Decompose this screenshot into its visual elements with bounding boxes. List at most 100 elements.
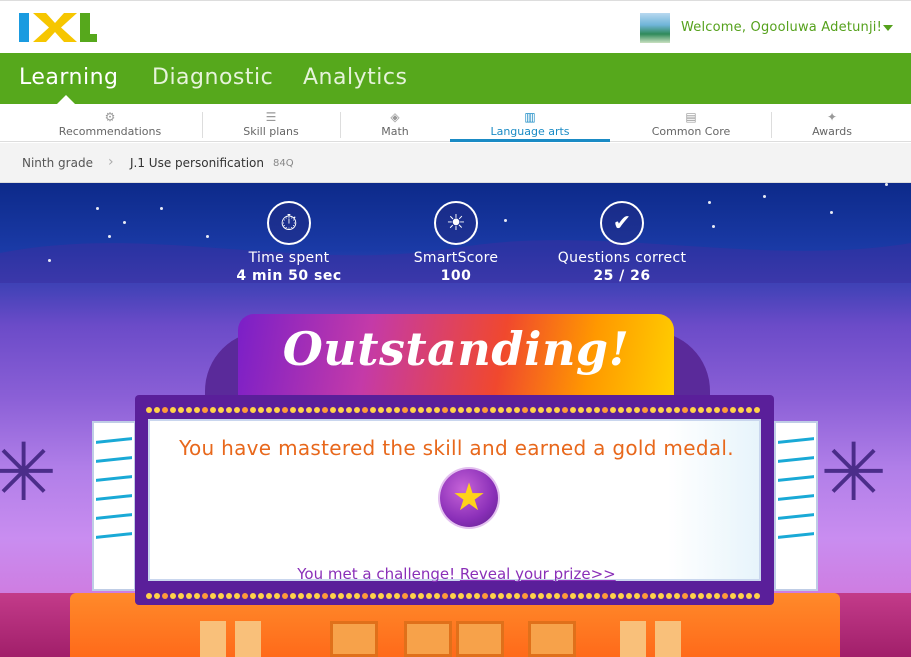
light-bulb [418,593,424,599]
light-bulb [402,593,408,599]
light-bulb [642,593,648,599]
light-bulb [650,593,656,599]
light-bulb [514,593,520,599]
light-bulb [514,407,520,413]
star [160,207,163,210]
pillar [655,621,681,657]
light-bulb [738,407,744,413]
reveal-prize-link[interactable]: Reveal your prize>> [460,565,616,583]
door [528,621,576,657]
light-bulb [346,593,352,599]
light-bulb [210,407,216,413]
light-bulb [306,407,312,413]
recommendations-icon: ⚙ [104,110,116,124]
light-bulb [386,407,392,413]
light-bulb [306,593,312,599]
ixl-logo[interactable] [19,13,97,42]
light-bulb [698,407,704,413]
marquee-wing-right [774,421,818,591]
subnav-item-language-arts[interactable]: ▥ Language arts [450,104,610,142]
pillar [235,621,261,657]
challenge-text: You met a challenge! [297,565,456,583]
light-bulb [418,407,424,413]
light-bulb [498,593,504,599]
light-bulb [378,593,384,599]
light-bulb [218,593,224,599]
subnav-item-math[interactable]: ◈ Math [348,104,442,142]
subnav-item-label: Skill plans [243,125,299,138]
stat-questions-correct: ✔ Questions correct 25 / 26 [547,201,697,284]
light-bulb [666,407,672,413]
light-bulb [266,407,272,413]
light-bulb [314,407,320,413]
door [456,621,504,657]
light-bulb [578,593,584,599]
tab-learning[interactable]: Learning [19,65,119,90]
light-bulb [178,407,184,413]
lightbulb-icon: ☀ [434,201,478,245]
light-bulb [178,593,184,599]
marquee-wing-left [92,421,136,591]
breadcrumb-grade-link[interactable]: Ninth grade [22,156,93,170]
main-nav: Learning Diagnostic Analytics [0,53,911,104]
star [123,221,126,224]
light-bulb [362,407,368,413]
light-bulb [562,407,568,413]
skill-plans-icon: ☰ [265,110,277,124]
stat-value: 4 min 50 sec [236,268,342,284]
light-bulb [282,407,288,413]
light-bulb [714,593,720,599]
light-bulb [146,407,152,413]
stopwatch-icon: ⏱ [267,201,311,245]
light-bulb [258,593,264,599]
avatar[interactable] [640,13,670,43]
light-bulb [482,407,488,413]
marquee-lights [145,587,765,599]
light-bulb [370,407,376,413]
subnav-item-common-core[interactable]: ▤ Common Core [620,104,762,142]
light-bulb [594,593,600,599]
active-tab-indicator [57,95,75,104]
stat-value: 25 / 26 [593,268,651,284]
stat-label: Questions correct [557,250,687,266]
light-bulb [650,407,656,413]
chevron-right-icon: › [108,154,114,170]
tab-analytics[interactable]: Analytics [303,65,407,90]
light-bulb [466,407,472,413]
light-bulb [346,407,352,413]
light-bulb [482,593,488,599]
light-bulb [386,593,392,599]
light-bulb [754,407,760,413]
challenge-message: You met a challenge! Reveal your prize>> [150,565,763,583]
light-bulb [738,593,744,599]
light-bulb [362,593,368,599]
light-bulb [394,593,400,599]
subnav-item-recommendations[interactable]: ⚙ Recommendations [40,104,180,142]
light-bulb [226,593,232,599]
light-bulb [330,593,336,599]
divider [771,112,772,138]
light-bulb [618,407,624,413]
awards-icon: ✦ [826,110,838,124]
marquee-lights [145,401,765,413]
light-bulb [746,593,752,599]
door [404,621,452,657]
chevron-down-icon[interactable] [883,25,893,31]
light-bulb [634,593,640,599]
subnav-item-awards[interactable]: ✦ Awards [780,104,884,142]
top-header: Welcome, Ogooluwa Adetunji! [0,0,911,53]
stat-value: 100 [440,268,472,284]
light-bulb [242,407,248,413]
light-bulb [690,593,696,599]
light-bulb [458,407,464,413]
subnav-item-label: Language arts [490,125,570,138]
light-bulb [202,407,208,413]
light-bulb [170,593,176,599]
divider [340,112,341,138]
tab-diagnostic[interactable]: Diagnostic [152,65,273,90]
subnav-item-skill-plans[interactable]: ☰ Skill plans [210,104,332,142]
light-bulb [330,407,336,413]
breadcrumb: Ninth grade › J.1 Use personification 84… [0,143,911,183]
light-bulb [370,593,376,599]
welcome-user-menu[interactable]: Welcome, Ogooluwa Adetunji! [681,20,882,35]
